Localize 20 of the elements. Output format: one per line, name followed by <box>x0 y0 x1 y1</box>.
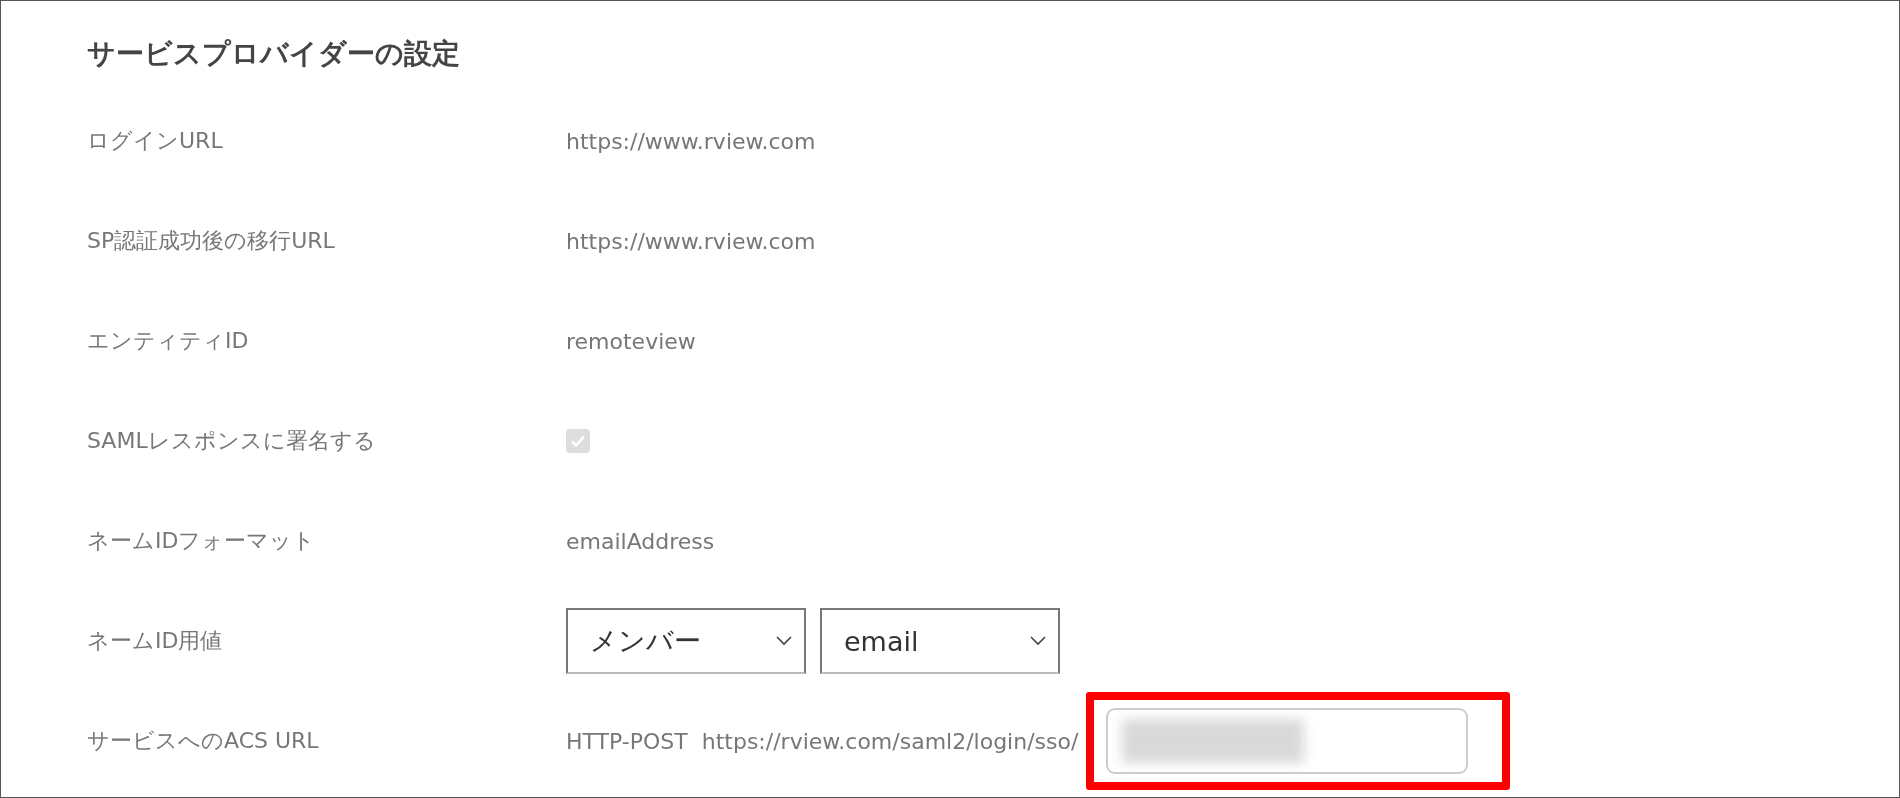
checkmark-icon <box>570 433 586 449</box>
input-field[interactable] <box>1106 708 1469 774</box>
field-label: ログインURL <box>87 127 224 155</box>
dropdown[interactable]: メンバー <box>566 608 806 674</box>
field-value: emailAddress <box>566 528 716 554</box>
chevron-down-icon <box>1030 636 1046 646</box>
dropdown[interactable]: email <box>820 608 1060 674</box>
section-heading: サービスプロバイダーの設定 <box>87 36 461 72</box>
field-label: SAMLレスポンスに署名する <box>87 427 377 455</box>
field-label: サービスへのACS URL <box>87 727 320 755</box>
binding-label: HTTP-POST <box>566 728 688 754</box>
field-value: https://www.rview.com <box>566 128 817 154</box>
chevron-down-icon <box>776 636 792 646</box>
url-prefix: https://rview.com/saml2/login/sso/ <box>701 728 1079 754</box>
field-label: エンティティID <box>87 327 250 355</box>
field-label: SP認証成功後の移行URL <box>87 227 336 255</box>
field-value: https://www.rview.com <box>566 228 817 254</box>
field-label: ネームID用値 <box>87 627 224 655</box>
field-label: ネームIDフォーマット <box>87 527 317 555</box>
field-value: remoteview <box>566 328 697 354</box>
